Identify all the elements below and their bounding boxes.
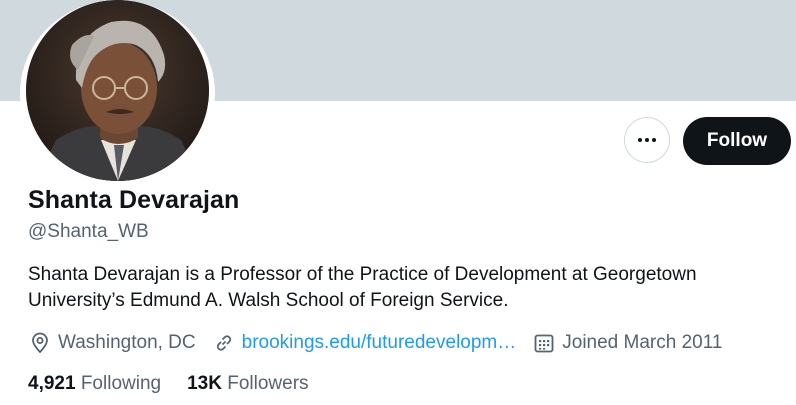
joined-text: Joined March 2011 (562, 332, 723, 353)
profile-stats: 4,921 Following 13K Followers (28, 373, 335, 395)
website-item[interactable]: brookings.edu/futuredevelopm… (212, 331, 517, 355)
website-link[interactable]: brookings.edu/futuredevelopm… (242, 332, 517, 354)
profile-name: Shanta Devarajan (28, 186, 240, 214)
more-horizontal-icon (638, 138, 656, 142)
profile-bio: Shanta Devarajan is a Professor of the P… (28, 264, 697, 311)
avatar-frame (20, 0, 215, 187)
followers-count: 13K (187, 373, 222, 394)
joined-item: Joined March 2011 (532, 331, 722, 355)
profile-meta: Washington, DC brookings.edu/futuredevel… (28, 330, 738, 356)
avatar[interactable] (26, 0, 209, 181)
following-count: 4,921 (28, 373, 76, 394)
location-item: Washington, DC (28, 331, 196, 355)
profile-handle: @Shanta_WB (28, 221, 149, 242)
location-pin-icon (32, 332, 48, 354)
avatar-portrait (26, 0, 209, 181)
following-stat[interactable]: 4,921 Following (28, 373, 161, 395)
location-text: Washington, DC (58, 332, 196, 353)
followers-stat[interactable]: 13K Followers (187, 373, 308, 395)
link-icon (216, 335, 231, 351)
calendar-icon (534, 334, 554, 353)
follow-button[interactable]: Follow (683, 117, 791, 165)
more-options-button[interactable] (624, 117, 670, 163)
following-label: Following (80, 373, 162, 394)
followers-label: Followers (227, 373, 309, 394)
